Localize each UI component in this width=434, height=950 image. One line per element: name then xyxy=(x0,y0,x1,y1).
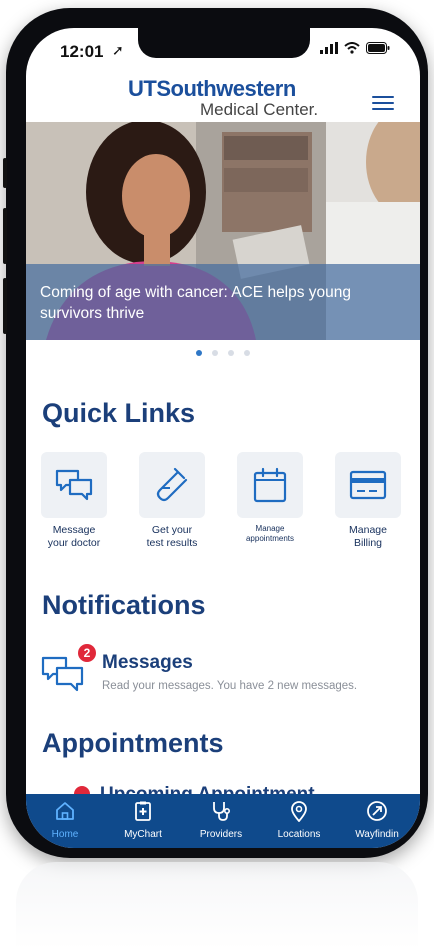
tab-label: Wayfindin xyxy=(355,829,399,840)
mychart-icon xyxy=(135,801,151,821)
app-header: UTSouthwestern Medical Center. xyxy=(26,74,420,122)
home-icon xyxy=(56,802,74,820)
carousel-dot[interactable] xyxy=(212,350,218,356)
tab-label: Home xyxy=(51,829,79,840)
notch xyxy=(138,28,310,58)
quick-link-label: Get your test results xyxy=(146,524,198,549)
tab-wayfinding[interactable]: Wayfindin xyxy=(338,800,416,840)
hamburger-menu-icon[interactable] xyxy=(372,96,394,110)
quick-link-manage-billing[interactable]: Manage Billing xyxy=(320,452,416,550)
messages-title: Messages xyxy=(102,652,193,673)
utsw-logo[interactable]: UTSouthwestern Medical Center. xyxy=(118,74,338,122)
quick-link-icon-box xyxy=(335,452,401,518)
carousel-dots xyxy=(26,350,420,356)
phone-reflection xyxy=(16,862,418,950)
compass-icon xyxy=(367,801,387,821)
message-icon xyxy=(55,469,93,501)
location-arrow-icon: ➚ xyxy=(112,42,124,58)
quick-links-title: Quick Links xyxy=(42,398,196,428)
test-tube-icon xyxy=(156,467,188,502)
logo-line2: Medical Center. xyxy=(200,100,319,119)
status-icons xyxy=(320,42,390,54)
wifi-icon xyxy=(344,42,360,54)
notification-badge: 2 xyxy=(78,644,96,662)
status-time: 12:01 xyxy=(60,42,104,61)
quick-link-label: Manage appointments xyxy=(245,524,295,543)
app-screen: 12:01 ➚ UTSouthwestern Medical Center. C… xyxy=(26,28,420,848)
tab-mychart[interactable]: MyChart xyxy=(104,800,182,840)
hero-carousel[interactable]: Coming of age with cancer: ACE helps you… xyxy=(26,122,420,340)
notifications-title: Notifications xyxy=(42,590,206,620)
carousel-dot[interactable] xyxy=(228,350,234,356)
volume-down-button xyxy=(3,278,7,334)
logo-line1: UTSouthwestern xyxy=(128,76,296,101)
tab-label: Providers xyxy=(199,829,243,840)
calendar-icon xyxy=(253,467,287,503)
carousel-dot[interactable] xyxy=(244,350,250,356)
bottom-tab-bar: Home MyChart Providers Locations Wayfind… xyxy=(26,794,420,848)
credit-card-icon xyxy=(349,470,387,500)
quick-link-test-results[interactable]: Get your test results xyxy=(124,452,220,550)
hero-caption[interactable]: Coming of age with cancer: ACE helps you… xyxy=(40,282,410,324)
location-pin-icon xyxy=(291,801,307,823)
quick-link-label: Manage Billing xyxy=(349,524,387,549)
battery-icon xyxy=(366,42,390,54)
phone-frame: 12:01 ➚ UTSouthwestern Medical Center. C… xyxy=(3,8,428,858)
tab-home[interactable]: Home xyxy=(26,800,104,840)
stethoscope-icon xyxy=(213,802,231,821)
tab-providers[interactable]: Providers xyxy=(182,800,260,840)
carousel-dot[interactable] xyxy=(196,350,202,356)
quick-links: Message your doctor Get your test results xyxy=(26,452,420,572)
tab-locations[interactable]: Locations xyxy=(260,800,338,840)
notification-messages[interactable]: 2 Messages Read your messages. You have … xyxy=(40,644,410,710)
volume-up-button xyxy=(3,208,7,264)
quick-link-icon-box xyxy=(139,452,205,518)
tab-label: MyChart xyxy=(124,829,162,840)
tab-label: Locations xyxy=(277,829,321,840)
quick-link-manage-appointments[interactable]: Manage appointments xyxy=(222,452,318,544)
mute-switch xyxy=(3,158,7,188)
signal-icon xyxy=(320,42,338,54)
messages-description: Read your messages. You have 2 new messa… xyxy=(102,680,358,692)
appointments-title: Appointments xyxy=(42,728,224,758)
quick-link-label: Message your doctor xyxy=(47,524,101,549)
quick-link-icon-box xyxy=(41,452,107,518)
quick-link-icon-box xyxy=(237,452,303,518)
quick-link-message-doctor[interactable]: Message your doctor xyxy=(26,452,122,550)
